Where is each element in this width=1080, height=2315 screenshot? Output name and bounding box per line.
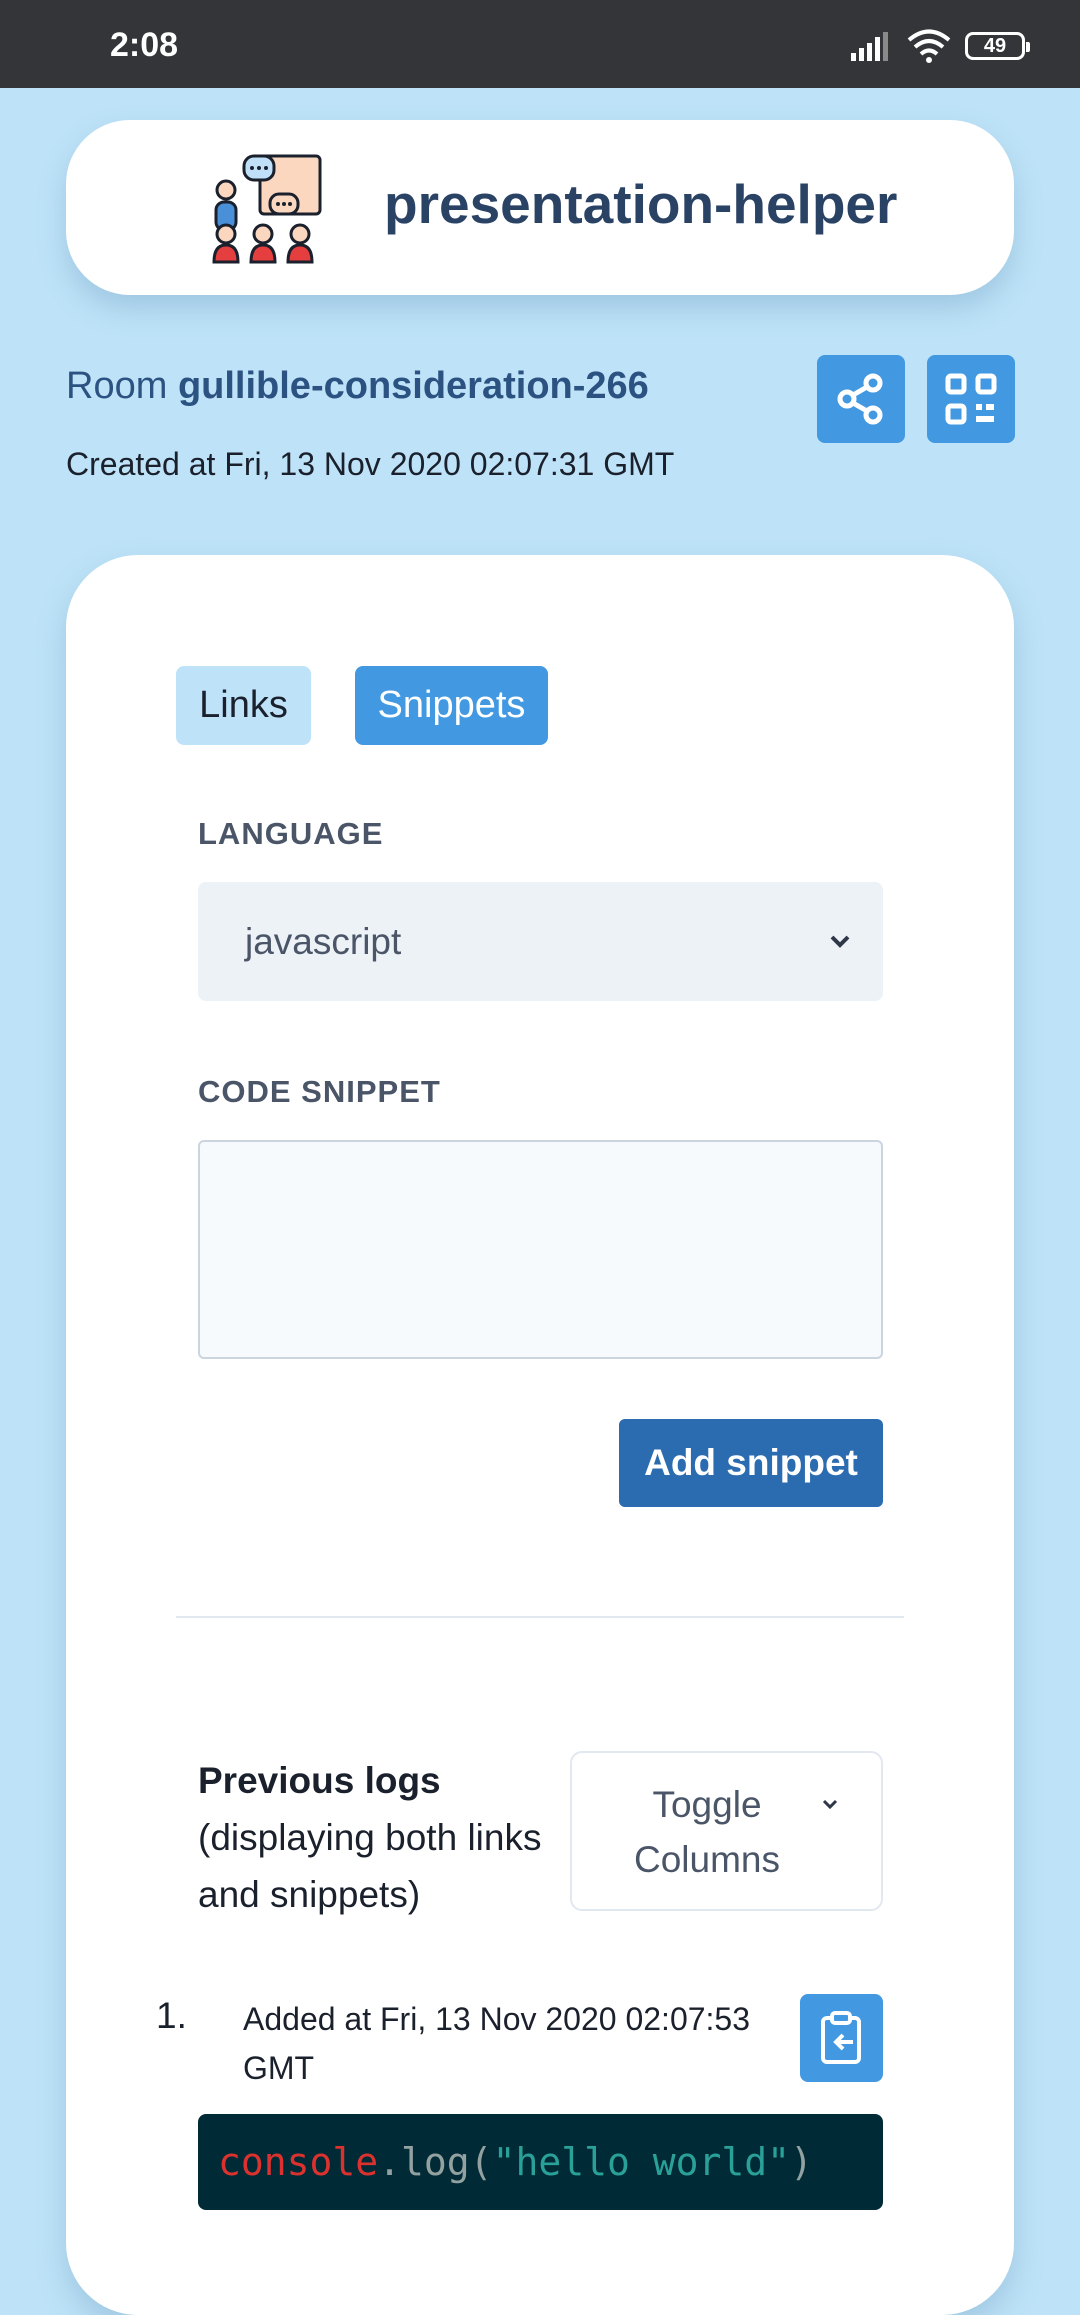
code-token-dot: . bbox=[378, 2140, 402, 2184]
share-button[interactable] bbox=[817, 355, 905, 443]
room-info: Room gullible-consideration-266 bbox=[66, 365, 649, 408]
language-label: LANGUAGE bbox=[198, 816, 384, 851]
status-time: 2:08 bbox=[110, 26, 179, 64]
status-bar: 2:08 49 bbox=[0, 0, 1080, 88]
previous-logs-heading: Previous logs (displaying both links and… bbox=[198, 1752, 578, 1923]
log-item-number: 1. bbox=[156, 1995, 187, 2036]
code-token-close: ) bbox=[789, 2140, 813, 2184]
battery-icon: 49 bbox=[965, 32, 1030, 60]
app-title: presentation-helper bbox=[384, 173, 898, 235]
toggle-columns-label: Toggle Columns bbox=[634, 1784, 780, 1880]
clipboard-copy-icon bbox=[820, 2011, 861, 2064]
battery-level: 49 bbox=[983, 34, 1007, 57]
qr-code-button[interactable] bbox=[927, 355, 1015, 443]
room-prefix: Room bbox=[66, 365, 168, 407]
divider bbox=[176, 1616, 904, 1618]
qr-code-icon bbox=[945, 373, 997, 425]
signal-icon bbox=[851, 32, 888, 61]
code-snippet-block: console. log("hello world") bbox=[198, 2114, 883, 2210]
tab-snippets[interactable]: Snippets bbox=[355, 666, 548, 745]
copy-button[interactable] bbox=[800, 1994, 883, 2082]
chevron-down-icon bbox=[822, 1799, 838, 1810]
tab-links[interactable]: Links bbox=[176, 666, 311, 745]
code-snippet-input[interactable] bbox=[198, 1140, 883, 1359]
previous-logs-subtitle: (displaying both links and snippets) bbox=[198, 1817, 542, 1915]
chevron-down-icon bbox=[830, 935, 850, 948]
app-header: presentation-helper bbox=[66, 120, 1014, 295]
wifi-icon bbox=[907, 29, 951, 63]
code-token-object: console bbox=[218, 2140, 379, 2184]
language-select[interactable]: javascript bbox=[198, 882, 883, 1001]
code-snippet-label: CODE SNIPPET bbox=[198, 1074, 441, 1109]
presentation-audience-icon bbox=[212, 154, 322, 264]
room-created-at: Created at Fri, 13 Nov 2020 02:07:31 GMT bbox=[66, 446, 675, 482]
code-token-method: log( bbox=[401, 2140, 493, 2184]
log-item-added-at: Added at Fri, 13 Nov 2020 02:07:53 GMT bbox=[243, 2001, 751, 2086]
previous-logs-title: Previous logs bbox=[198, 1760, 441, 1801]
language-select-value: javascript bbox=[245, 920, 402, 962]
room-name: gullible-consideration-266 bbox=[177, 365, 649, 407]
toggle-columns-button[interactable]: Toggle Columns bbox=[570, 1751, 883, 1911]
status-icons: 49 bbox=[849, 28, 1030, 64]
main-card: Links Snippets LANGUAGE javascript CODE … bbox=[66, 555, 1014, 2315]
share-icon bbox=[837, 373, 883, 425]
add-snippet-button[interactable]: Add snippet bbox=[619, 1419, 883, 1507]
code-token-string: "hello world" bbox=[492, 2140, 790, 2184]
